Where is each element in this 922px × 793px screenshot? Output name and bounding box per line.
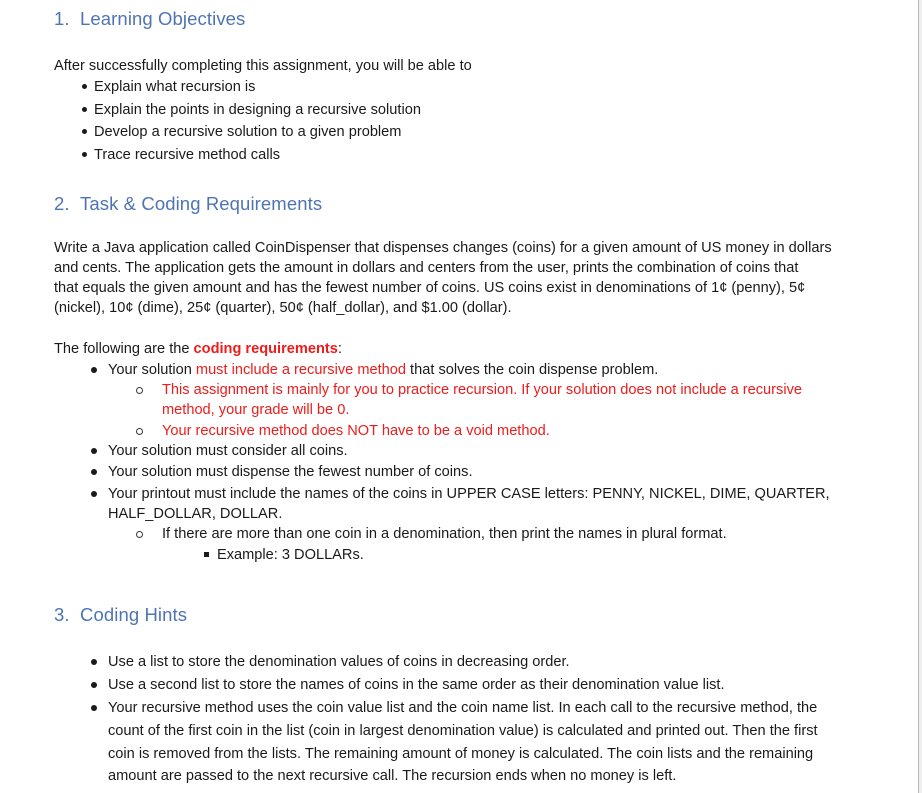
list-item: Your recursive method uses the coin valu… — [108, 700, 818, 716]
bullet-icon — [91, 367, 97, 373]
list-item: Your solution must dispense the fewest n… — [108, 464, 473, 480]
section-title: Task & Coding Requirements — [80, 193, 323, 214]
list-item-continued: HALF_DOLLAR, DOLLAR. — [108, 506, 283, 522]
section-1-heading: 1. Learning Objectives — [54, 8, 245, 30]
req-text: Your solution — [108, 362, 196, 378]
requirements-intro-punct: : — [337, 341, 342, 357]
circle-bullet-icon — [136, 531, 143, 538]
requirements-intro-text: The following are the — [54, 341, 194, 357]
bullet-icon — [82, 84, 87, 89]
bullet-icon — [82, 152, 87, 157]
sub-sub-list-item: Example: 3 DOLLARs. — [217, 547, 364, 563]
requirements-intro: The following are the coding requirement… — [54, 339, 342, 359]
section-title: Coding Hints — [80, 604, 188, 625]
section-number: 2. — [54, 193, 70, 214]
bullet-icon — [82, 107, 87, 112]
paragraph-line: Write a Java application called CoinDisp… — [54, 240, 832, 256]
list-item-continued: count of the first coin in the list (coi… — [108, 723, 818, 739]
sub-list-item: This assignment is mainly for you to pra… — [162, 382, 802, 398]
list-item: Your solution must consider all coins. — [108, 443, 348, 459]
sub-list-item: If there are more than one coin in a den… — [162, 526, 727, 542]
list-item: Use a list to store the denomination val… — [108, 654, 570, 670]
section-title: Learning Objectives — [80, 8, 246, 29]
sub-list-item-continued: method, your grade will be 0. — [162, 402, 350, 418]
section-number: 1. — [54, 8, 70, 29]
bullet-icon — [91, 448, 97, 454]
bullet-icon — [91, 705, 97, 711]
requirements-emphasis: coding requirements — [193, 341, 338, 357]
list-item-continued: coin is removed from the lists. The rema… — [108, 746, 814, 762]
bullet-icon — [91, 491, 97, 497]
list-item: Explain what recursion is — [94, 79, 256, 95]
section-number: 3. — [54, 604, 70, 625]
circle-bullet-icon — [136, 428, 143, 435]
paragraph-line: (nickel), 10¢ (dime), 25¢ (quarter), 50¢… — [54, 300, 512, 316]
paragraph-line: and cents. The application gets the amou… — [54, 260, 799, 276]
sub-list-item: Your recursive method does NOT have to b… — [162, 423, 550, 439]
list-item: Explain the points in designing a recurs… — [94, 102, 421, 118]
bullet-icon — [82, 129, 87, 134]
bullet-icon — [91, 659, 97, 665]
list-item-continued: amount are passed to the next recursive … — [108, 768, 677, 784]
req-emphasis: must include a recursive method — [195, 362, 406, 378]
bullet-icon — [91, 682, 97, 688]
section-3-heading: 3. Coding Hints — [54, 604, 187, 626]
list-item: Develop a recursive solution to a given … — [94, 124, 402, 140]
paragraph-line: that equals the given amount and has the… — [54, 280, 806, 296]
section-2-heading: 2. Task & Coding Requirements — [54, 193, 322, 215]
page-edge-scrollbar[interactable] — [918, 0, 922, 793]
list-item: Your solution must include a recursive m… — [108, 360, 658, 380]
bullet-icon — [91, 469, 97, 475]
objectives-intro: After successfully completing this assig… — [54, 58, 472, 74]
list-item: Use a second list to store the names of … — [108, 677, 725, 693]
list-item: Trace recursive method calls — [94, 147, 280, 163]
req-text: that solves the coin dispense problem. — [406, 362, 659, 378]
list-item: Your printout must include the names of … — [108, 486, 830, 502]
document-page: 1. Learning Objectives After successfully… — [0, 0, 918, 793]
circle-bullet-icon — [136, 387, 143, 394]
square-bullet-icon — [204, 552, 209, 557]
